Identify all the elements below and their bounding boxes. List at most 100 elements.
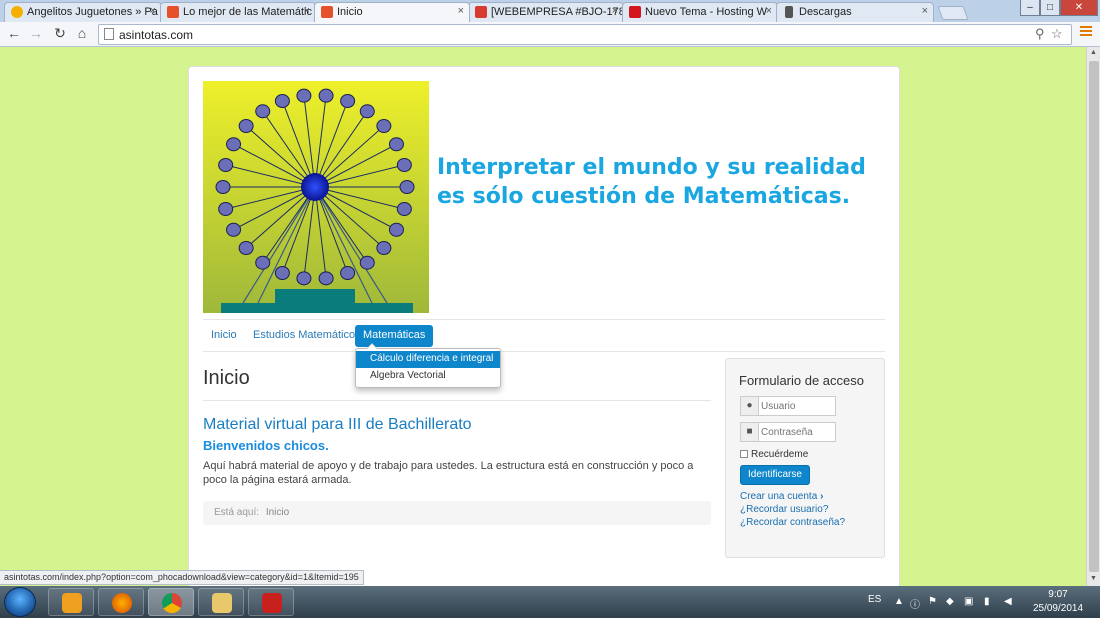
ferris-cabin: [274, 266, 290, 281]
info-icon[interactable]: ⓘ: [910, 596, 920, 611]
browser-toolbar: ← → ↻ ⌂ asintotas.com ⚲ ☆: [0, 22, 1100, 47]
forward-arrow-icon[interactable]: →: [28, 25, 44, 41]
flag-icon[interactable]: ⚑: [928, 596, 937, 607]
user-icon: ●: [741, 397, 759, 415]
page-scrollbar[interactable]: ▲ ▼: [1086, 47, 1100, 586]
language-indicator[interactable]: ES: [868, 594, 881, 605]
back-arrow-icon[interactable]: ←: [6, 25, 22, 41]
divider: [203, 319, 885, 320]
new-tab-button[interactable]: [937, 6, 969, 20]
ferris-cabin: [340, 266, 356, 281]
breadcrumb-current: Inicio: [265, 507, 290, 518]
reload-icon[interactable]: ↻: [52, 25, 68, 42]
dropdown-item-algebra[interactable]: Algebra Vectorial: [356, 368, 500, 385]
network-icon[interactable]: ▮: [984, 596, 990, 607]
tab-lo-mejor[interactable]: Lo mejor de las Matemátic ×: [160, 2, 316, 22]
home-icon[interactable]: ⌂: [74, 25, 90, 41]
tab-label: Angelitos Juguetones » Pa: [27, 6, 158, 18]
joomla-favicon-icon: [321, 6, 333, 18]
ferris-cabin: [396, 157, 412, 172]
divider: [203, 400, 711, 401]
taskbar-chrome[interactable]: [148, 588, 194, 616]
ferris-cabin: [218, 157, 234, 172]
scroll-up-icon[interactable]: ▲: [1090, 49, 1097, 56]
search-icon[interactable]: ⚲: [1035, 26, 1045, 42]
ferris-cabin: [388, 137, 404, 152]
dropbox-icon[interactable]: ◆: [946, 596, 954, 607]
taskbar-acrobat[interactable]: [248, 588, 294, 616]
dropdown-item-calculo[interactable]: Cálculo diferencia e integral: [356, 351, 500, 368]
tab-webempresa[interactable]: [WEBEMPRESA #BJO-1789 ×: [468, 2, 624, 22]
article-title-link[interactable]: Material virtual para III de Bachillerat…: [203, 416, 472, 434]
close-icon[interactable]: ×: [922, 5, 928, 17]
chrome-icon: [162, 593, 182, 613]
folder-icon: [212, 593, 232, 613]
ferris-cabin: [318, 271, 334, 286]
media-player-icon: [62, 593, 82, 613]
ferris-cabin: [218, 202, 234, 217]
password-field[interactable]: ■: [740, 422, 836, 442]
clock-date[interactable]: 25/09/2014: [1030, 603, 1086, 614]
address-bar[interactable]: asintotas.com ⚲ ☆: [98, 24, 1072, 45]
smiley-favicon-icon: [11, 6, 23, 18]
username-input[interactable]: [761, 398, 833, 414]
tab-inicio[interactable]: Inicio ×: [314, 2, 470, 22]
device-icon[interactable]: ▣: [964, 596, 973, 607]
nav-item-inicio[interactable]: Inicio: [203, 325, 245, 347]
tab-nuevo-tema[interactable]: Nuevo Tema - Hosting W ×: [622, 2, 778, 22]
tray-expand-icon[interactable]: ▲: [894, 596, 904, 607]
page-container: Interpretar el mundo y su realidad es só…: [188, 66, 900, 590]
remember-checkbox[interactable]: [740, 450, 748, 458]
volume-icon[interactable]: ◀: [1004, 596, 1012, 607]
clock-time[interactable]: 9:07: [1038, 589, 1078, 600]
ferris-cabin: [238, 118, 254, 133]
close-icon[interactable]: ×: [304, 5, 310, 17]
close-icon[interactable]: ×: [150, 5, 156, 17]
ferris-cabin: [255, 104, 271, 119]
ferris-cabin: [376, 241, 392, 256]
tab-label: Inicio: [337, 6, 363, 18]
star-icon[interactable]: ☆: [1051, 26, 1063, 42]
ferris-cabin: [396, 202, 412, 217]
article-body: Aquí habrá material de apoyo y de trabaj…: [203, 460, 694, 486]
remember-me[interactable]: Recuérdeme: [740, 449, 808, 460]
ferris-cabin: [215, 180, 231, 194]
create-account-label: Crear una cuenta: [740, 491, 818, 502]
login-button[interactable]: Identificarse: [740, 465, 810, 485]
chrome-menu-icon[interactable]: [1080, 26, 1092, 38]
password-input[interactable]: [761, 424, 833, 440]
download-favicon-icon: [785, 6, 793, 18]
close-icon[interactable]: ×: [612, 5, 618, 17]
divider: [203, 351, 885, 352]
create-account-link[interactable]: Crear una cuenta ›: [740, 491, 823, 502]
ferris-cabin: [238, 241, 254, 256]
nav-item-estudios[interactable]: Estudios Matemáticos: [245, 325, 369, 347]
address-url[interactable]: asintotas.com: [119, 28, 193, 42]
scroll-thumb[interactable]: [1089, 61, 1099, 572]
tab-descargas[interactable]: Descargas ×: [776, 2, 934, 22]
ferris-cabin: [226, 222, 242, 237]
minimize-button[interactable]: –: [1020, 0, 1040, 16]
window-close-button[interactable]: ✕: [1060, 0, 1098, 16]
taskbar-firefox[interactable]: [98, 588, 144, 616]
remind-username-link[interactable]: ¿Recordar usuario?: [740, 504, 828, 515]
lock-icon: ■: [741, 423, 759, 441]
remind-password-link[interactable]: ¿Recordar contraseña?: [740, 517, 845, 528]
ferris-cabin: [359, 255, 375, 270]
username-field[interactable]: ●: [740, 396, 836, 416]
tab-angelitos[interactable]: Angelitos Juguetones » Pa ×: [4, 2, 162, 22]
status-bar-url: asintotas.com/index.php?option=com_phoca…: [0, 570, 364, 585]
taskbar-explorer[interactable]: [198, 588, 244, 616]
taskbar-media-player[interactable]: [48, 588, 94, 616]
maximize-button[interactable]: □: [1040, 0, 1060, 16]
start-button[interactable]: [4, 587, 36, 617]
close-icon[interactable]: ×: [458, 5, 464, 17]
firefox-icon: [112, 593, 132, 613]
tab-label: Lo mejor de las Matemátic: [183, 6, 312, 18]
joomla-favicon-icon: [167, 6, 179, 18]
close-icon[interactable]: ×: [766, 5, 772, 17]
ferris-wheel-image: [203, 81, 429, 313]
scroll-down-icon[interactable]: ▼: [1090, 575, 1097, 582]
ferris-cabin: [399, 180, 415, 194]
ferris-cabin: [340, 93, 356, 108]
